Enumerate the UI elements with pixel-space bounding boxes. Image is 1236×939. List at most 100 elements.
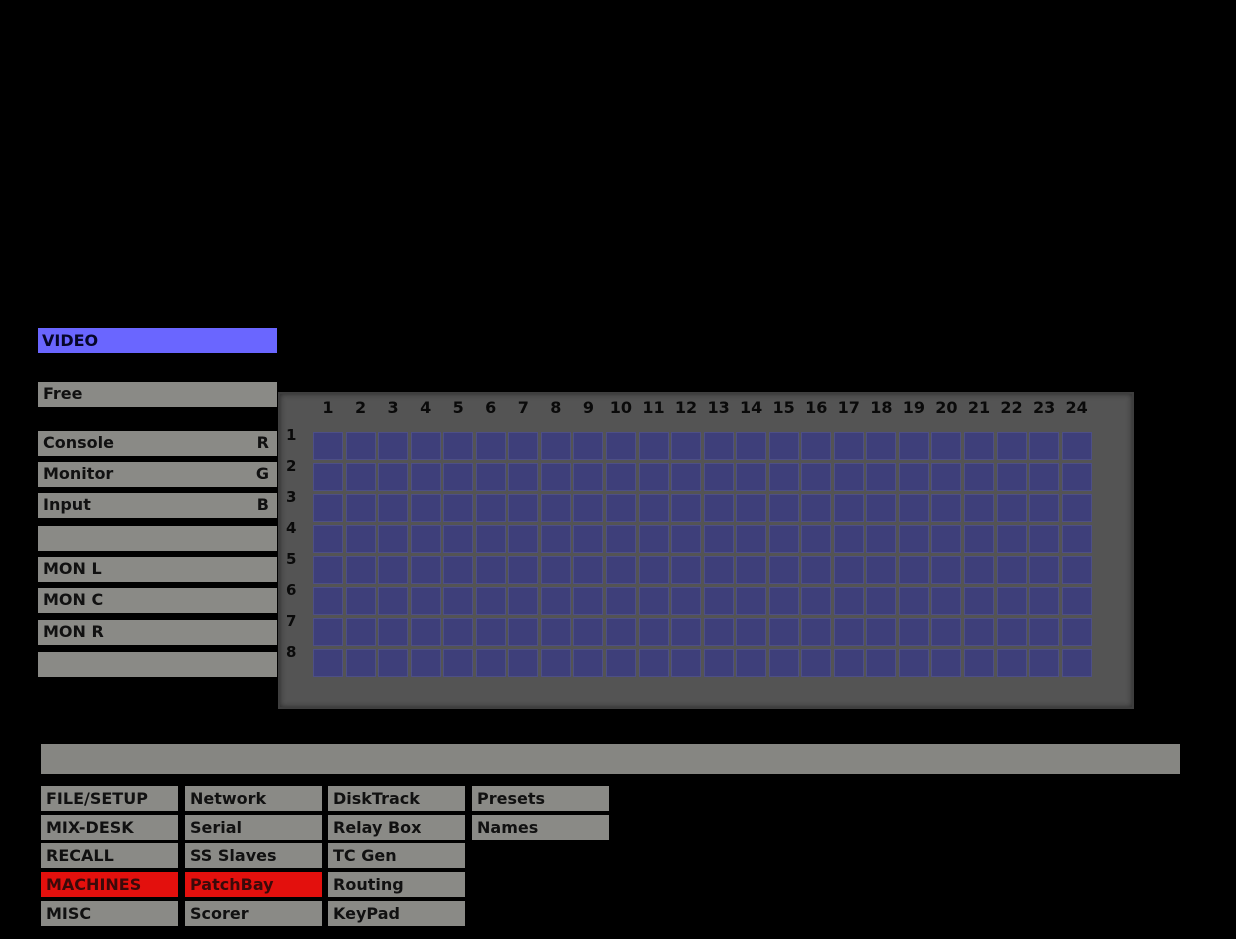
- patch-cell[interactable]: [801, 463, 832, 491]
- machine-menu-item-keypad[interactable]: KeyPad: [328, 901, 465, 926]
- patch-cell[interactable]: [1029, 525, 1060, 553]
- main-menu-item-recall[interactable]: RECALL: [41, 843, 178, 868]
- patch-cell[interactable]: [801, 618, 832, 646]
- patch-cell[interactable]: [833, 649, 864, 677]
- patch-cell[interactable]: [378, 556, 409, 584]
- patch-cell[interactable]: [964, 649, 994, 677]
- patch-cell[interactable]: [443, 432, 474, 460]
- patch-cell[interactable]: [1029, 463, 1060, 491]
- patch-cell[interactable]: [801, 432, 832, 460]
- main-menu-item-machines[interactable]: MACHINES: [41, 872, 178, 897]
- patch-cell[interactable]: [573, 587, 604, 615]
- patch-cell[interactable]: [736, 587, 767, 615]
- patch-cell[interactable]: [801, 649, 832, 677]
- patch-cell[interactable]: [605, 556, 636, 584]
- patch-cell[interactable]: [475, 556, 506, 584]
- patch-cell[interactable]: [703, 432, 734, 460]
- patch-cell[interactable]: [378, 432, 409, 460]
- patch-cell[interactable]: [671, 432, 702, 460]
- sub-menu-item-serial[interactable]: Serial: [185, 815, 322, 840]
- patch-cell[interactable]: [801, 525, 832, 553]
- patch-cell[interactable]: [540, 649, 571, 677]
- patch-cell[interactable]: [964, 618, 994, 646]
- patch-cell[interactable]: [703, 525, 734, 553]
- channel-row-2[interactable]: Monitor G: [38, 462, 277, 487]
- patch-cell[interactable]: [410, 587, 441, 615]
- patch-cell[interactable]: [573, 432, 604, 460]
- patch-cell[interactable]: [508, 556, 539, 584]
- patch-cell[interactable]: [898, 556, 929, 584]
- patch-cell[interactable]: [866, 618, 897, 646]
- patch-cell[interactable]: [768, 618, 799, 646]
- patch-cell[interactable]: [540, 525, 571, 553]
- patch-cell[interactable]: [605, 525, 636, 553]
- patch-cell[interactable]: [345, 649, 376, 677]
- patch-cell[interactable]: [410, 494, 441, 522]
- patch-cell[interactable]: [671, 649, 702, 677]
- main-menu-item-mix-desk[interactable]: MIX-DESK: [41, 815, 178, 840]
- patch-cell[interactable]: [573, 525, 604, 553]
- patch-cell[interactable]: [475, 587, 506, 615]
- patch-cell[interactable]: [573, 494, 604, 522]
- sub-menu-item-network[interactable]: Network: [185, 786, 322, 811]
- patch-cell[interactable]: [443, 525, 474, 553]
- patch-cell[interactable]: [768, 556, 799, 584]
- patch-cell[interactable]: [703, 463, 734, 491]
- patch-cell[interactable]: [410, 463, 441, 491]
- patch-cell[interactable]: [508, 525, 539, 553]
- patch-cell[interactable]: [345, 525, 376, 553]
- patch-cell[interactable]: [866, 432, 897, 460]
- patch-cell[interactable]: [313, 587, 343, 615]
- patch-cell[interactable]: [1061, 432, 1092, 460]
- patch-cell[interactable]: [605, 463, 636, 491]
- patch-cell[interactable]: [1029, 494, 1060, 522]
- patch-cell[interactable]: [931, 618, 962, 646]
- patch-cell[interactable]: [573, 463, 604, 491]
- patch-cell[interactable]: [866, 587, 897, 615]
- patch-cell[interactable]: [768, 432, 799, 460]
- patch-cell[interactable]: [996, 556, 1027, 584]
- patch-cell[interactable]: [540, 463, 571, 491]
- patch-cell[interactable]: [931, 525, 962, 553]
- patch-cell[interactable]: [931, 649, 962, 677]
- patch-cell[interactable]: [345, 432, 376, 460]
- patch-cell[interactable]: [964, 463, 994, 491]
- patch-cell[interactable]: [1061, 494, 1092, 522]
- main-menu-item-file-setup[interactable]: FILE/SETUP: [41, 786, 178, 811]
- patch-cell[interactable]: [703, 556, 734, 584]
- patch-cell[interactable]: [508, 463, 539, 491]
- sub-menu-item-patchbay[interactable]: PatchBay: [185, 872, 322, 897]
- patch-cell[interactable]: [931, 556, 962, 584]
- patch-cell[interactable]: [508, 432, 539, 460]
- patch-cell[interactable]: [345, 494, 376, 522]
- patch-cell[interactable]: [410, 432, 441, 460]
- patch-cell[interactable]: [345, 556, 376, 584]
- patch-cell[interactable]: [443, 649, 474, 677]
- patch-cell[interactable]: [313, 525, 343, 553]
- patch-cell[interactable]: [443, 587, 474, 615]
- channel-row-8[interactable]: [38, 652, 277, 677]
- patch-cell[interactable]: [996, 432, 1027, 460]
- patch-cell[interactable]: [671, 587, 702, 615]
- patch-cell[interactable]: [866, 463, 897, 491]
- patch-cell[interactable]: [638, 463, 669, 491]
- main-menu-item-misc[interactable]: MISC: [41, 901, 178, 926]
- patch-cell[interactable]: [345, 463, 376, 491]
- patch-cell[interactable]: [638, 618, 669, 646]
- patch-cell[interactable]: [540, 432, 571, 460]
- patch-cell[interactable]: [1029, 587, 1060, 615]
- patch-cell[interactable]: [313, 649, 343, 677]
- patch-cell[interactable]: [508, 494, 539, 522]
- patch-cell[interactable]: [313, 432, 343, 460]
- patch-cell[interactable]: [736, 525, 767, 553]
- patch-cell[interactable]: [898, 618, 929, 646]
- machine-menu-item-tc-gen[interactable]: TC Gen: [328, 843, 465, 868]
- patch-cell[interactable]: [736, 556, 767, 584]
- patch-cell[interactable]: [313, 463, 343, 491]
- sub-menu-item-ss-slaves[interactable]: SS Slaves: [185, 843, 322, 868]
- patch-cell[interactable]: [833, 463, 864, 491]
- patch-cell[interactable]: [964, 494, 994, 522]
- patch-cell[interactable]: [475, 649, 506, 677]
- channel-row-4[interactable]: [38, 526, 277, 551]
- patch-cell[interactable]: [898, 587, 929, 615]
